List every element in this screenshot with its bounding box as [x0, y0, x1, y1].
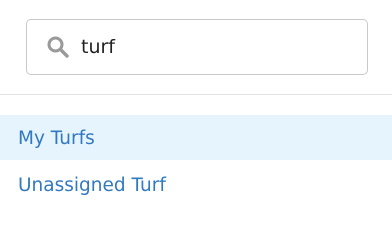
search-area: [0, 0, 392, 95]
search-input[interactable]: [81, 29, 351, 65]
result-list: My Turfs Unassigned Turf: [0, 115, 392, 207]
turf-search-panel: My Turfs Unassigned Turf: [0, 0, 392, 226]
result-item-unassigned-turf[interactable]: Unassigned Turf: [0, 162, 392, 207]
search-icon: [47, 36, 69, 58]
result-item-my-turfs[interactable]: My Turfs: [0, 115, 392, 160]
search-box[interactable]: [26, 19, 368, 75]
